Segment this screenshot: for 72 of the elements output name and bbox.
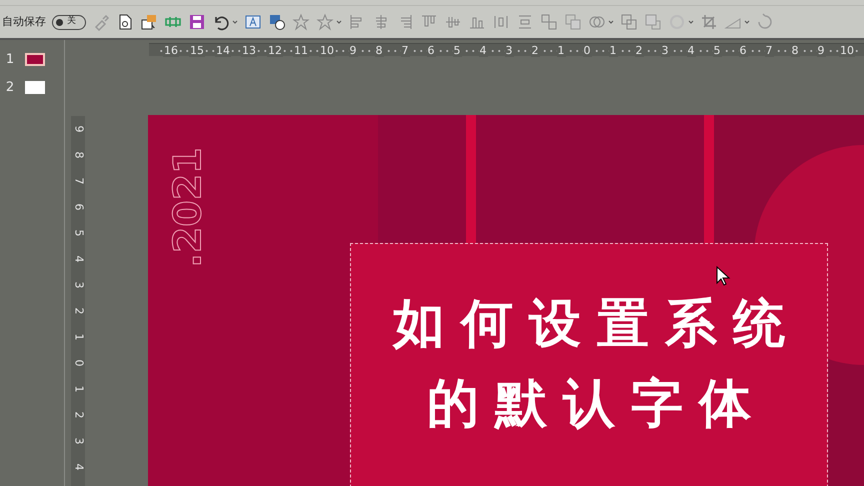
title-text-box[interactable]: 如何设置系统 的默认字体 bbox=[350, 243, 828, 486]
slide-thumbnail[interactable] bbox=[25, 53, 45, 66]
ruler-number: 7 bbox=[764, 44, 774, 57]
ruler-number: 10 bbox=[319, 44, 335, 57]
picture-cursor-icon[interactable] bbox=[140, 13, 158, 31]
ruler-number: 8 bbox=[72, 150, 84, 160]
ruler-number: 4 bbox=[72, 254, 84, 264]
ruler-number: 0 bbox=[582, 44, 592, 57]
slide-thumbnail[interactable] bbox=[25, 80, 45, 94]
ruler-number: 2 bbox=[72, 410, 84, 420]
slide-title-line: 的默认字体 bbox=[426, 373, 768, 436]
ruler-number: 1 bbox=[556, 44, 566, 57]
brush-icon[interactable] bbox=[92, 13, 110, 31]
slide-number: 1 bbox=[4, 51, 16, 69]
ruler-number: 2 bbox=[530, 44, 540, 57]
save-icon[interactable] bbox=[188, 13, 206, 31]
ruler-number: 6 bbox=[72, 202, 84, 212]
ruler-number: 9 bbox=[72, 124, 84, 134]
caret-icon[interactable] bbox=[688, 19, 694, 25]
ruler-number: 2 bbox=[634, 44, 644, 57]
caret-icon[interactable] bbox=[608, 19, 614, 25]
ruler-number: 1 bbox=[608, 44, 618, 57]
ruler-number: 0 bbox=[72, 358, 84, 368]
ruler-number: 5 bbox=[712, 44, 722, 57]
star-icon[interactable] bbox=[316, 13, 334, 31]
year-outline-text: .2021 bbox=[164, 147, 210, 268]
ruler-number: 5 bbox=[452, 44, 462, 57]
bring-forward-icon[interactable] bbox=[564, 13, 582, 31]
rotate-icon[interactable] bbox=[756, 13, 774, 31]
ruler-number: 13 bbox=[241, 44, 257, 57]
ruler-number: 7 bbox=[400, 44, 410, 57]
ruler-number: 3 bbox=[72, 436, 84, 446]
ruler-number: 2 bbox=[72, 306, 84, 316]
ruler-number: 9 bbox=[348, 44, 358, 57]
caret-icon[interactable] bbox=[232, 19, 238, 25]
ruler-number: 11 bbox=[293, 44, 309, 57]
layers-icon[interactable] bbox=[620, 13, 638, 31]
ruler-number: 4 bbox=[72, 462, 84, 472]
ruler-number: 12 bbox=[267, 44, 283, 57]
star-icon[interactable] bbox=[292, 13, 310, 31]
move-cursor-icon bbox=[715, 265, 731, 287]
caret-icon[interactable] bbox=[336, 19, 342, 25]
group-icon[interactable] bbox=[540, 13, 558, 31]
ruler-number: 14 bbox=[215, 44, 231, 57]
text-box-icon[interactable] bbox=[244, 13, 262, 31]
crop-icon[interactable] bbox=[700, 13, 718, 31]
ruler-number: 4 bbox=[686, 44, 696, 57]
autosave-toggle[interactable]: 关 bbox=[52, 14, 86, 30]
distribute-vertical-icon[interactable] bbox=[516, 13, 534, 31]
send-backward-icon[interactable] bbox=[644, 13, 662, 31]
ruler-number: 5 bbox=[72, 228, 84, 238]
caret-icon[interactable] bbox=[744, 19, 750, 25]
ruler-number: 8 bbox=[790, 44, 800, 57]
ruler-number: 4 bbox=[478, 44, 488, 57]
ruler-number: 3 bbox=[660, 44, 670, 57]
ruler-number: 9 bbox=[816, 44, 826, 57]
ruler-number: 10 bbox=[839, 44, 855, 57]
slide-title-line: 如何设置系统 bbox=[391, 293, 802, 356]
ruler-number: 1 bbox=[72, 384, 84, 394]
ruler-number: 3 bbox=[72, 280, 84, 290]
ruler-number: 6 bbox=[738, 44, 748, 57]
ruler-number: 1 bbox=[72, 332, 84, 342]
ruler-number: 15 bbox=[189, 44, 205, 57]
ruler-number: 7 bbox=[72, 176, 84, 186]
shapes-icon[interactable] bbox=[268, 13, 286, 31]
ruler-number: 16 bbox=[163, 44, 179, 57]
slide-number: 2 bbox=[4, 78, 16, 96]
ruler-number: 8 bbox=[374, 44, 384, 57]
ruler-number: 3 bbox=[504, 44, 514, 57]
distribute-icon[interactable] bbox=[492, 13, 510, 31]
autosave-label: 自动保存 bbox=[2, 14, 46, 30]
ruler-number: 6 bbox=[426, 44, 436, 57]
